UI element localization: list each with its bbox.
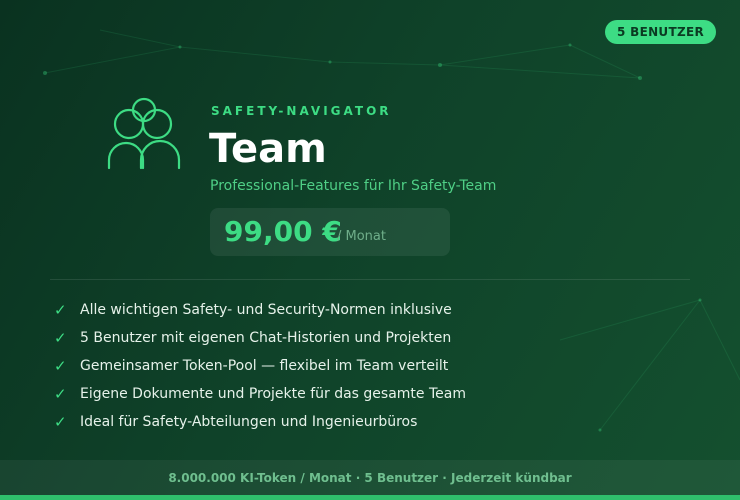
team-users-icon [107, 97, 181, 170]
check-icon: ✓ [54, 329, 67, 347]
plan-subtitle: Professional-Features für Ihr Safety-Tea… [210, 178, 497, 194]
check-icon: ✓ [54, 385, 67, 403]
price-box: 99,00 € / Monat [210, 208, 450, 256]
feature-item: ✓ Gemeinsamer Token-Pool — flexibel im Te… [54, 352, 466, 380]
feature-text: 5 Benutzer mit eigenen Chat-Historien un… [80, 330, 452, 346]
feature-text: Gemeinsamer Token-Pool — flexibel im Tea… [80, 358, 449, 374]
check-icon: ✓ [54, 357, 67, 375]
bottom-accent-bar [0, 495, 740, 500]
divider [50, 279, 690, 280]
check-icon: ✓ [54, 413, 67, 431]
user-count-badge: 5 BENUTZER [605, 20, 716, 44]
feature-text: Eigene Dokumente und Projekte für das ge… [80, 386, 466, 402]
plan-footer: 8.000.000 KI-Token / Monat · 5 Benutzer … [0, 460, 740, 496]
feature-text: Alle wichtigen Safety- und Security-Norm… [80, 302, 452, 318]
pricing-card: 5 BENUTZER SAFETY-NAVIGATOR Team Profess… [0, 0, 740, 500]
feature-item: ✓ Alle wichtigen Safety- und Security-Nor… [54, 296, 466, 324]
price-unit: / Monat [337, 229, 386, 244]
feature-text: Ideal für Safety-Abteilungen und Ingenie… [80, 414, 418, 430]
check-icon: ✓ [54, 301, 67, 319]
price-amount: 99,00 € [224, 215, 342, 248]
plan-title: Team [209, 126, 327, 172]
feature-item: ✓ Eigene Dokumente und Projekte für das g… [54, 380, 466, 408]
product-eyebrow: SAFETY-NAVIGATOR [211, 104, 392, 118]
feature-item: ✓ 5 Benutzer mit eigenen Chat-Historien u… [54, 324, 466, 352]
feature-item: ✓ Ideal für Safety-Abteilungen und Ingeni… [54, 408, 466, 436]
feature-list: ✓ Alle wichtigen Safety- und Security-Nor… [54, 296, 466, 436]
